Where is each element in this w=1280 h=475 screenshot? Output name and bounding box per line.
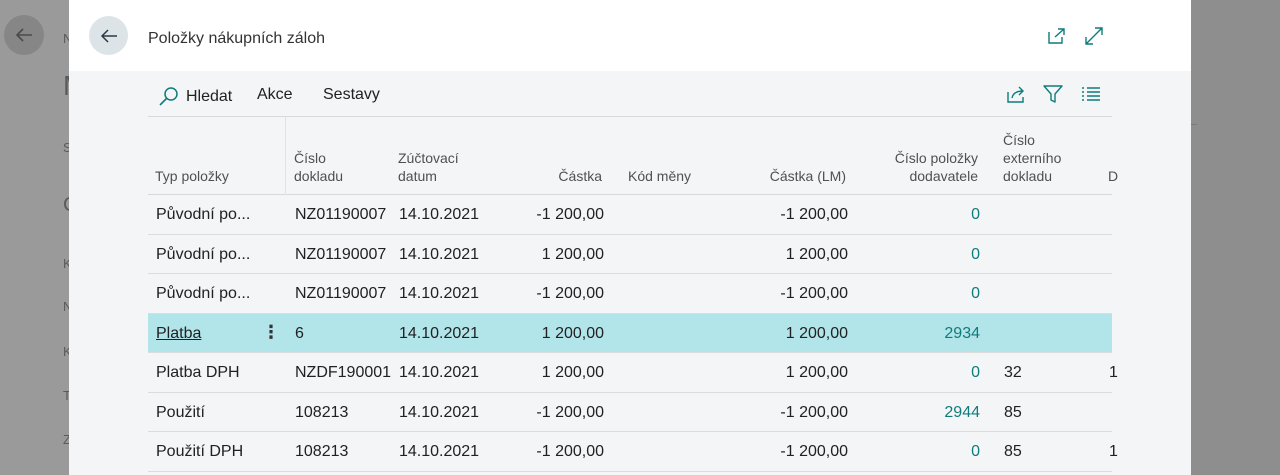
actions-label: Akce bbox=[257, 86, 293, 103]
search-label: Hledat bbox=[186, 88, 233, 105]
open-in-new-window-icon bbox=[1048, 28, 1065, 44]
actions-menu[interactable]: Akce bbox=[257, 86, 293, 104]
table-header: Typ položky Číslo dokladu Zúčtovací datum … bbox=[148, 117, 1118, 195]
column-header-castka-lm[interactable]: Částka (LM) bbox=[738, 167, 846, 185]
cell-typ: Původní po... bbox=[156, 206, 251, 223]
search-button[interactable]: Hledat bbox=[158, 86, 232, 108]
cell-typ: Použití bbox=[156, 403, 205, 421]
column-header-castka[interactable]: Částka bbox=[528, 167, 602, 185]
background-right-pane bbox=[1191, 0, 1280, 475]
cell-polozka[interactable]: 2934 bbox=[888, 325, 980, 343]
table-row[interactable]: Platba 6 14.10.2021 1 200,00 1 200,00 2934 ⋮ bbox=[148, 313, 1112, 353]
table-row[interactable]: Platba DPH NZDF190001 14.10.2021 1 200,00 1 … bbox=[148, 353, 1118, 393]
cell-next: 1 bbox=[1109, 443, 1118, 460]
cell-castka-lm: -1 200,00 bbox=[780, 403, 848, 421]
table-row[interactable]: Původní po... NZ01190007 14.10.2021 -1 200,… bbox=[148, 195, 1112, 235]
cell-castka-lm: 1 200,00 bbox=[785, 245, 848, 263]
cell-datum: 14.10.2021 bbox=[399, 324, 480, 342]
cell-cislo: 108213 bbox=[295, 403, 349, 421]
cell-castka-lm: -1 200,00 bbox=[780, 206, 848, 223]
cell-typ: Platba DPH bbox=[156, 364, 240, 381]
expand-icon bbox=[1085, 27, 1103, 45]
cell-externi: 32 bbox=[1004, 364, 1022, 381]
table-row[interactable]: Původní po... NZ01190007 14.10.2021 1 200,0… bbox=[148, 235, 1112, 274]
cell-datum: 14.10.2021 bbox=[399, 403, 480, 421]
cell-polozka[interactable]: 0 bbox=[888, 246, 980, 264]
cell-datum: 14.10.2021 bbox=[399, 364, 480, 381]
cell-polozka[interactable]: 0 bbox=[888, 206, 980, 224]
table-body: Původní po... NZ01190007 14.10.2021 -1 200,… bbox=[148, 195, 1118, 472]
column-header-externi-doklad[interactable]: Číslo externího dokladu bbox=[1003, 131, 1061, 185]
cell-polozka[interactable]: 0 bbox=[888, 443, 980, 461]
cell-castka-lm: -1 200,00 bbox=[780, 443, 848, 460]
cell-typ[interactable]: Platba bbox=[156, 325, 201, 343]
cell-datum: 14.10.2021 bbox=[399, 206, 480, 223]
cell-cislo: 108213 bbox=[295, 443, 349, 460]
cell-polozka[interactable]: 0 bbox=[888, 364, 980, 382]
cell-castka: 1 200,00 bbox=[541, 245, 604, 263]
list-view-button[interactable] bbox=[1080, 83, 1102, 105]
cell-cislo: NZ01190007 bbox=[295, 245, 387, 263]
action-bar: Hledat Akce Sestavy bbox=[148, 71, 1112, 117]
background-back-icon bbox=[4, 15, 44, 55]
column-header-next[interactable]: D bbox=[1108, 167, 1118, 185]
cell-typ: Původní po... bbox=[156, 245, 251, 263]
list-icon bbox=[1082, 87, 1100, 101]
cell-polozka[interactable]: 2944 bbox=[888, 404, 980, 422]
open-new-window-button[interactable] bbox=[1044, 24, 1068, 48]
cell-typ: Použití DPH bbox=[156, 443, 244, 460]
ledger-table: Typ položky Číslo dokladu Zúčtovací datum … bbox=[148, 117, 1118, 472]
filter-icon bbox=[1043, 85, 1063, 103]
column-header-cislo-polozky[interactable]: Číslo položky dodavatele bbox=[868, 149, 978, 185]
cell-cislo: NZ01190007 bbox=[295, 285, 387, 302]
cell-castka: -1 200,00 bbox=[536, 206, 604, 223]
share-icon bbox=[1007, 86, 1024, 103]
share-button[interactable] bbox=[1005, 83, 1027, 105]
cell-castka: 1 200,00 bbox=[541, 364, 604, 381]
cell-castka: -1 200,00 bbox=[536, 285, 604, 302]
cell-datum: 14.10.2021 bbox=[399, 245, 480, 263]
column-header-kod-meny[interactable]: Kód měny bbox=[628, 167, 691, 185]
table-row[interactable]: Použití 108213 14.10.2021 -1 200,00 -1 200,0… bbox=[148, 393, 1112, 432]
cell-castka: -1 200,00 bbox=[536, 443, 604, 460]
expand-button[interactable] bbox=[1082, 24, 1106, 48]
filter-button[interactable] bbox=[1042, 83, 1064, 105]
cell-typ: Původní po... bbox=[156, 285, 251, 302]
column-header-cislo-dokladu[interactable]: Číslo dokladu bbox=[294, 149, 343, 185]
modal-dialog: Položky nákupních záloh Hledat Akce Sest… bbox=[69, 0, 1191, 475]
cell-castka-lm: 1 200,00 bbox=[785, 324, 848, 342]
cell-castka-lm: -1 200,00 bbox=[780, 285, 848, 302]
cell-cislo: NZ01190007 bbox=[295, 206, 387, 223]
cell-castka-lm: 1 200,00 bbox=[785, 364, 848, 381]
cell-cislo: NZDF190001 bbox=[295, 364, 392, 381]
row-more-options-icon[interactable]: ⋮ bbox=[262, 322, 280, 343]
table-row[interactable]: Použití DPH 108213 14.10.2021 -1 200,00 -1 2… bbox=[148, 432, 1118, 472]
cell-polozka[interactable]: 0 bbox=[888, 285, 980, 303]
cell-next: 1 bbox=[1109, 364, 1118, 381]
modal-header: Položky nákupních záloh bbox=[69, 0, 1191, 71]
cell-externi: 85 bbox=[1004, 443, 1022, 460]
column-header-typ[interactable]: Typ položky bbox=[155, 167, 229, 185]
table-row[interactable]: Původní po... NZ01190007 14.10.2021 -1 200,… bbox=[148, 274, 1112, 314]
cell-externi: 85 bbox=[1004, 403, 1022, 421]
reports-label: Sestavy bbox=[323, 86, 380, 103]
back-button[interactable] bbox=[89, 16, 128, 55]
arrow-left-icon bbox=[100, 28, 117, 43]
column-header-datum[interactable]: Zúčtovací datum bbox=[398, 149, 459, 185]
search-icon bbox=[159, 87, 178, 106]
reports-menu[interactable]: Sestavy bbox=[323, 86, 380, 104]
cell-datum: 14.10.2021 bbox=[399, 443, 480, 460]
cell-castka: 1 200,00 bbox=[541, 324, 604, 342]
cell-castka: -1 200,00 bbox=[536, 403, 604, 421]
page-title: Položky nákupních záloh bbox=[148, 30, 325, 47]
cell-cislo: 6 bbox=[295, 324, 304, 342]
cell-datum: 14.10.2021 bbox=[399, 285, 480, 302]
